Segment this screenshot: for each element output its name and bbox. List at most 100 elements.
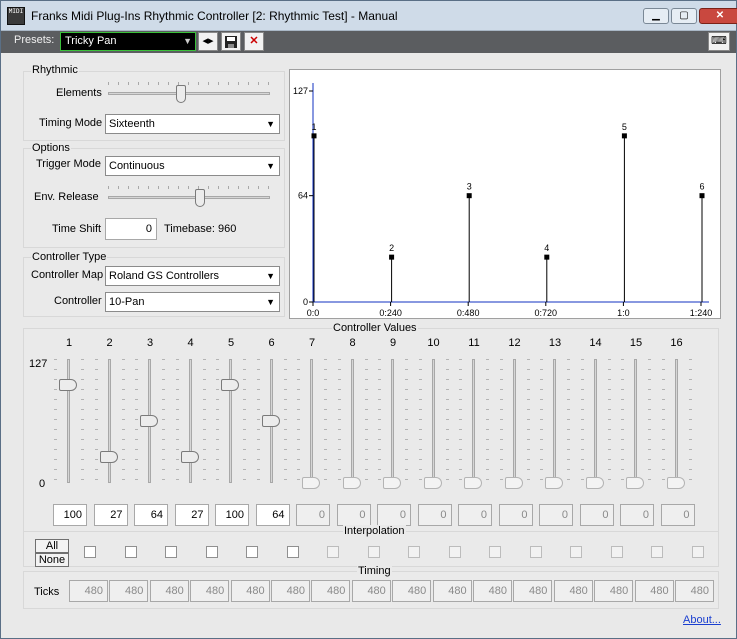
none-button[interactable]: None bbox=[35, 553, 69, 567]
interpolation-checkbox-14 bbox=[610, 546, 623, 558]
slider-track bbox=[350, 359, 354, 483]
x-tick-label: 0:240 bbox=[379, 308, 402, 318]
value-slider-thumb[interactable] bbox=[59, 379, 77, 392]
title-bar[interactable]: MIDI Franks Midi Plug-Ins Rhythmic Contr… bbox=[1, 1, 737, 31]
slider-ticks bbox=[256, 359, 260, 483]
column-number: 5 bbox=[227, 337, 235, 349]
slider-track bbox=[229, 359, 232, 483]
chart-point bbox=[544, 254, 550, 260]
presets-dropdown[interactable]: Tricky Pan ▼ bbox=[60, 32, 196, 51]
slider-track bbox=[512, 359, 516, 483]
value-input-4[interactable]: 27 bbox=[174, 504, 209, 526]
env-release-label: Env. Release bbox=[34, 191, 99, 203]
value-slider-15 bbox=[620, 353, 652, 493]
column-number: 2 bbox=[106, 337, 113, 349]
close-button[interactable]: ✕ bbox=[699, 8, 737, 24]
value-slider-6[interactable] bbox=[256, 353, 288, 493]
interpolation-checkbox-2[interactable] bbox=[124, 546, 137, 558]
elements-slider-thumb[interactable] bbox=[176, 85, 187, 103]
rhythmic-title: Rhythmic bbox=[31, 64, 79, 76]
slider-ticks bbox=[108, 186, 270, 189]
timing-mode-value: Sixteenth bbox=[109, 118, 155, 130]
minimize-button[interactable]: ▁ bbox=[643, 8, 669, 24]
column-number: 13 bbox=[548, 337, 562, 349]
interpolation-checkbox-8 bbox=[367, 546, 380, 558]
interpolation-checkbox-6[interactable] bbox=[286, 546, 299, 558]
value-slider-thumb[interactable] bbox=[140, 414, 158, 427]
slider-ticks bbox=[486, 359, 489, 483]
value-slider-thumb[interactable] bbox=[221, 379, 239, 392]
value-input-3[interactable]: 64 bbox=[134, 504, 168, 526]
chart-point-label: 5 bbox=[622, 122, 627, 132]
y-tick-label: 0 bbox=[303, 297, 308, 307]
value-slider-12 bbox=[499, 353, 531, 493]
ticks-input-6: 480 bbox=[271, 580, 310, 602]
value-slider-5[interactable] bbox=[215, 353, 247, 493]
about-link[interactable]: About... bbox=[683, 614, 721, 626]
presets-label: Presets: bbox=[14, 34, 55, 46]
interpolation-checkbox-5[interactable] bbox=[246, 546, 258, 558]
interpolation-checkbox-15 bbox=[651, 546, 663, 558]
slider-ticks bbox=[648, 359, 651, 483]
slider-ticks bbox=[688, 359, 692, 483]
value-slider-2[interactable] bbox=[94, 353, 126, 493]
time-shift-input[interactable]: 0 bbox=[105, 218, 157, 240]
value-input-9: 0 bbox=[377, 504, 411, 526]
maximize-button[interactable]: ▢ bbox=[671, 8, 697, 24]
chevron-down-icon: ▼ bbox=[266, 161, 275, 171]
delete-preset-button[interactable]: ✕ bbox=[244, 32, 264, 51]
value-slider-thumb[interactable] bbox=[261, 414, 280, 427]
interpolation-checkbox-7 bbox=[327, 546, 339, 558]
column-number: 10 bbox=[427, 337, 440, 349]
chart-point bbox=[389, 254, 395, 260]
value-input-2[interactable]: 27 bbox=[93, 504, 128, 526]
timing-mode-label: Timing Mode bbox=[39, 117, 103, 129]
ticks-input-7: 480 bbox=[311, 580, 351, 602]
slider-ticks bbox=[108, 82, 270, 85]
save-preset-button[interactable] bbox=[221, 32, 241, 51]
value-input-5[interactable]: 100 bbox=[215, 504, 249, 526]
column-number: 6 bbox=[268, 337, 275, 349]
slider-ticks bbox=[81, 359, 84, 483]
env-release-slider[interactable] bbox=[108, 184, 270, 208]
value-input-8: 0 bbox=[336, 504, 371, 526]
chart-point bbox=[466, 193, 472, 199]
ticks-input-9: 480 bbox=[392, 580, 432, 602]
value-slider-3[interactable] bbox=[134, 353, 166, 493]
value-slider-4[interactable] bbox=[175, 353, 207, 493]
keyboard-button[interactable]: ⌨ bbox=[708, 32, 730, 51]
column-number: 12 bbox=[508, 337, 521, 349]
slider-ticks bbox=[162, 359, 165, 483]
env-release-slider-thumb[interactable] bbox=[194, 189, 205, 207]
interpolation-checkbox-3[interactable] bbox=[165, 546, 177, 558]
controller-select[interactable]: 10-Pan ▼ bbox=[105, 292, 280, 312]
interpolation-checkbox-10 bbox=[448, 546, 461, 558]
column-number: 4 bbox=[187, 337, 194, 349]
ticks-input-16: 480 bbox=[675, 580, 714, 602]
value-input-6[interactable]: 64 bbox=[255, 504, 290, 526]
prev-next-preset-button[interactable]: ◂▸ bbox=[198, 32, 218, 51]
timing-mode-select[interactable]: Sixteenth ▼ bbox=[105, 114, 280, 134]
elements-slider[interactable] bbox=[108, 80, 270, 104]
y-tick-label: 64 bbox=[298, 191, 308, 201]
value-slider-thumb[interactable] bbox=[99, 450, 118, 463]
all-button[interactable]: All bbox=[35, 539, 69, 553]
app-icon[interactable]: MIDI bbox=[7, 7, 25, 25]
ticks-input-12: 480 bbox=[513, 580, 553, 602]
ticks-label: Ticks bbox=[34, 586, 60, 598]
interpolation-checkbox-1[interactable] bbox=[84, 546, 96, 558]
slider-track bbox=[310, 359, 313, 483]
trigger-mode-select[interactable]: Continuous ▼ bbox=[105, 156, 280, 176]
column-number: 3 bbox=[146, 337, 154, 349]
value-slider-11 bbox=[458, 353, 490, 493]
value-slider-10 bbox=[418, 353, 450, 493]
slider-ticks bbox=[202, 359, 206, 483]
rhythm-chart[interactable]: 0:0 0:240 0:480 0:720 1:0 1:240 127 64 0 1 2 3 4 5 6 bbox=[289, 69, 721, 319]
value-input-1[interactable]: 100 bbox=[53, 504, 87, 526]
slider-ticks bbox=[580, 359, 584, 483]
interpolation-checkbox-4[interactable] bbox=[205, 546, 218, 558]
chevron-down-icon: ▼ bbox=[266, 297, 275, 307]
controller-map-select[interactable]: Roland GS Controllers ▼ bbox=[105, 266, 280, 286]
value-slider-thumb[interactable] bbox=[180, 450, 199, 463]
value-slider-1[interactable] bbox=[53, 353, 85, 493]
